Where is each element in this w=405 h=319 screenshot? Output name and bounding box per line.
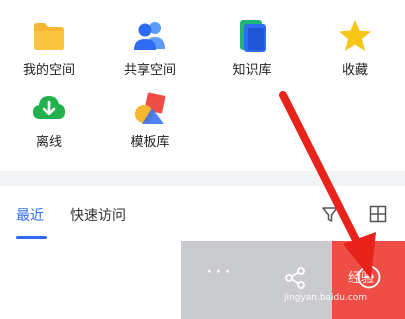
share-icon[interactable] bbox=[283, 266, 307, 290]
grid-item-label: 模板库 bbox=[130, 135, 170, 150]
grid-item-label: 收藏 bbox=[341, 63, 368, 78]
cloud-download-icon bbox=[33, 96, 65, 119]
knowledge-base-icon bbox=[240, 20, 266, 52]
grid-item-label: 知识库 bbox=[232, 63, 272, 78]
grid-item-label: 共享空间 bbox=[123, 63, 176, 78]
watermark-logo: 经验 bbox=[348, 271, 375, 286]
grid-item-label: 我的空间 bbox=[22, 63, 75, 78]
shared-users-icon bbox=[134, 22, 165, 50]
folder-icon bbox=[34, 23, 64, 50]
more-button[interactable]: ··· bbox=[206, 262, 233, 284]
tab-recent[interactable]: 最近 bbox=[16, 205, 44, 225]
section-divider bbox=[0, 171, 405, 186]
template-shapes-icon bbox=[135, 92, 166, 124]
recent-tabs: 最近 快速访问 bbox=[0, 186, 405, 241]
star-icon bbox=[339, 20, 371, 51]
watermark-text: jingyan.baidu.com bbox=[284, 293, 368, 303]
active-tab-underline bbox=[16, 236, 47, 239]
tab-quick-access[interactable]: 快速访问 bbox=[70, 205, 126, 225]
filter-icon[interactable] bbox=[320, 204, 340, 224]
grid-view-icon[interactable] bbox=[368, 204, 388, 224]
grid-item-label: 离线 bbox=[35, 135, 62, 150]
